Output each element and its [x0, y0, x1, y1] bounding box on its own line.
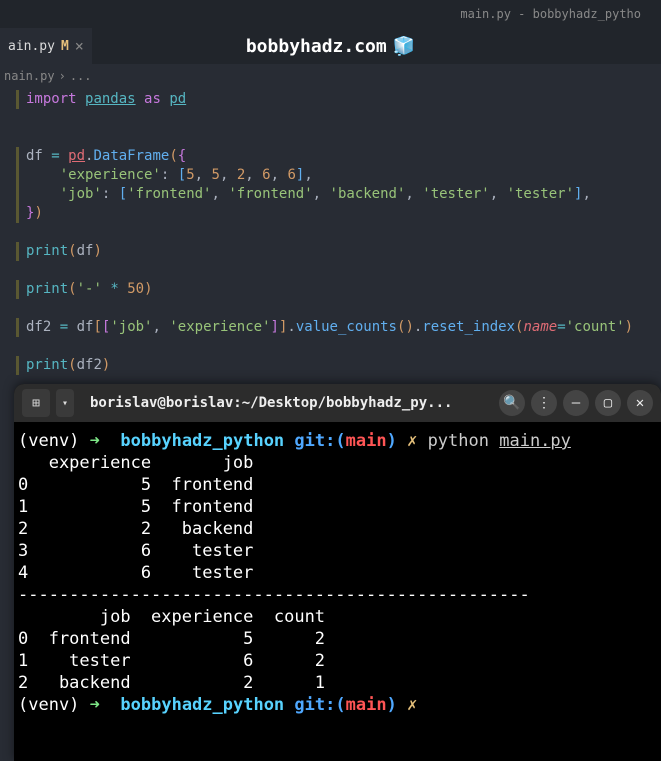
minimize-button[interactable]: — — [563, 390, 589, 416]
breadcrumb-more[interactable]: ... — [70, 69, 92, 83]
chevron-right-icon: › — [59, 69, 66, 83]
cube-icon: 🧊 — [393, 36, 415, 57]
code-editor[interactable]: import pandas as pd df = pd.DataFrame({ … — [0, 88, 661, 383]
menu-icon: ⋮ — [537, 395, 551, 411]
terminal-header: ⊞ ▾ borislav@borislav:~/Desktop/bobbyhad… — [14, 384, 661, 422]
modified-indicator: M — [61, 39, 69, 54]
new-tab-button[interactable]: ⊞ — [22, 389, 50, 417]
chevron-down-icon: ▾ — [62, 398, 68, 409]
watermark-title: bobbyhadz.com 🧊 — [246, 36, 415, 57]
tab-filename: ain.py — [8, 39, 55, 54]
terminal-title: borislav@borislav:~/Desktop/bobbyhadz_py… — [84, 395, 493, 411]
minimize-icon: — — [572, 395, 580, 411]
close-button[interactable]: ✕ — [627, 390, 653, 416]
tab-bar: ain.py M × bobbyhadz.com 🧊 — [0, 28, 661, 64]
close-icon: ✕ — [636, 395, 644, 411]
title-bar: main.py - bobbyhadz_pytho — [0, 0, 661, 28]
window-title: main.py - bobbyhadz_pytho — [460, 7, 641, 21]
breadcrumb-file[interactable]: nain.py — [4, 69, 55, 83]
editor-tab[interactable]: ain.py M × — [0, 28, 92, 64]
new-tab-icon: ⊞ — [32, 396, 40, 411]
maximize-icon: ▢ — [604, 395, 612, 411]
search-icon: 🔍 — [503, 395, 520, 411]
new-tab-dropdown[interactable]: ▾ — [56, 389, 74, 417]
close-tab-icon[interactable]: × — [75, 37, 84, 55]
search-button[interactable]: 🔍 — [499, 390, 525, 416]
terminal-output[interactable]: (venv) ➜ bobbyhadz_python git:(main) ✗ p… — [14, 422, 661, 724]
terminal-panel: ⊞ ▾ borislav@borislav:~/Desktop/bobbyhad… — [14, 384, 661, 761]
maximize-button[interactable]: ▢ — [595, 390, 621, 416]
menu-button[interactable]: ⋮ — [531, 390, 557, 416]
breadcrumb[interactable]: nain.py › ... — [0, 64, 661, 88]
